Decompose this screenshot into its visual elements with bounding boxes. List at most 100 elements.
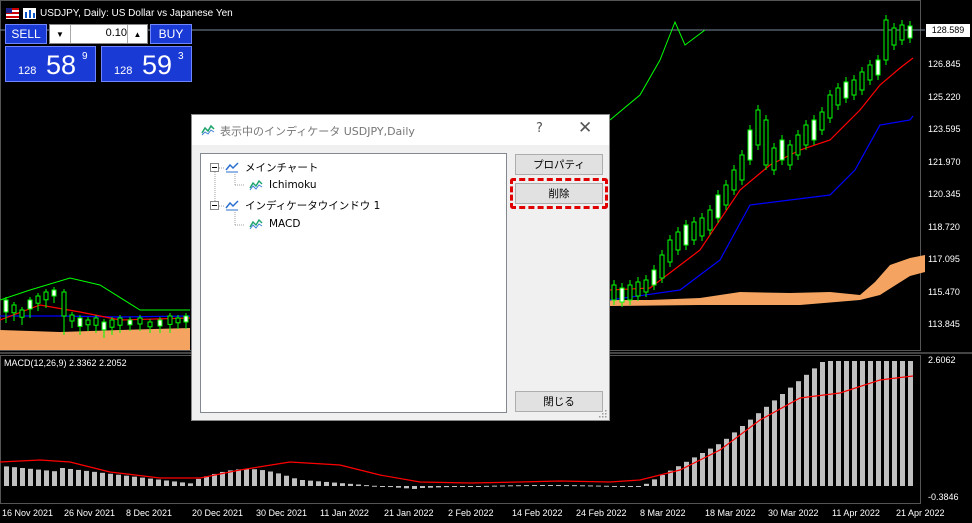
macd-histogram-bar bbox=[60, 468, 65, 486]
macd-histogram-bar bbox=[524, 485, 529, 487]
macd-histogram-bar bbox=[140, 477, 145, 486]
kijun-line-left bbox=[0, 315, 191, 318]
tree-node-macd-label: MACD bbox=[269, 218, 301, 230]
macd-histogram-bar bbox=[636, 486, 641, 487]
macd-histogram-bar bbox=[620, 486, 625, 487]
dialog-titlebar[interactable]: 表示中のインディケータ USDJPY,Daily ? ✕ bbox=[192, 115, 609, 145]
macd-histogram-bar bbox=[612, 485, 617, 487]
macd-histogram-bar bbox=[180, 482, 185, 486]
candle-body bbox=[907, 25, 913, 39]
lot-size-field[interactable]: ▼ 0.10 ▲ bbox=[49, 24, 148, 44]
macd-histogram-bar bbox=[156, 479, 161, 486]
macd-histogram-bar bbox=[508, 485, 513, 487]
macd-indicator-label: MACD(12,26,9) 2.3362 2.2052 bbox=[4, 358, 127, 368]
lot-value[interactable]: 0.10 bbox=[106, 27, 127, 39]
candle-body bbox=[109, 319, 115, 328]
macd-histogram-bar bbox=[660, 475, 665, 486]
macd-histogram-bar bbox=[268, 471, 273, 486]
buy-button[interactable]: BUY bbox=[150, 24, 192, 44]
macd-histogram-bar bbox=[20, 468, 25, 486]
macd-histogram-bar bbox=[372, 485, 377, 487]
collapse-icon[interactable] bbox=[210, 201, 219, 210]
macd-histogram-bar bbox=[396, 486, 401, 488]
macd-histogram-bar bbox=[628, 486, 633, 487]
chart-window-icon bbox=[225, 200, 239, 211]
candle-body bbox=[93, 317, 99, 326]
candle-body bbox=[667, 239, 673, 263]
close-icon[interactable]: ✕ bbox=[578, 118, 592, 138]
time-tick-label: 18 Mar 2022 bbox=[705, 508, 756, 518]
candle-body bbox=[19, 309, 25, 318]
macd-histogram-bar bbox=[300, 480, 305, 486]
macd-histogram-bar bbox=[900, 361, 905, 486]
kumo-cloud-right bbox=[610, 255, 925, 306]
candle-body bbox=[835, 87, 841, 106]
macd-histogram-bar bbox=[468, 486, 473, 487]
macd-histogram-bar bbox=[572, 485, 577, 487]
collapse-icon[interactable] bbox=[210, 163, 219, 172]
bid-price-main: 58 bbox=[46, 50, 77, 80]
tenkan-line-right bbox=[609, 57, 914, 291]
price-tick-label: 120.345 bbox=[928, 189, 961, 199]
time-tick-label: 11 Jan 2022 bbox=[320, 508, 369, 518]
macd-histogram-bar bbox=[820, 362, 825, 486]
bid-price-button[interactable]: 128 58 9 bbox=[5, 46, 96, 82]
candle-body bbox=[61, 291, 67, 317]
tree-node-macd[interactable]: MACD bbox=[249, 218, 300, 230]
help-button[interactable]: ? bbox=[536, 121, 543, 136]
macd-histogram-bar bbox=[868, 361, 873, 486]
candle-body bbox=[167, 315, 173, 325]
macd-histogram-bar bbox=[540, 485, 545, 487]
delete-button-highlight bbox=[510, 178, 608, 209]
candle-body bbox=[811, 119, 817, 141]
macd-histogram-bar bbox=[356, 484, 361, 486]
macd-histogram-bar bbox=[756, 413, 761, 486]
indicator-tree[interactable]: メインチャート Ichimoku インディケータウインドウ 1 MACD bbox=[200, 153, 507, 413]
macd-histogram-bar bbox=[172, 481, 177, 486]
price-tick-label: 113.845 bbox=[928, 319, 960, 329]
price-tick-label: 115.470 bbox=[928, 286, 960, 297]
macd-histogram-bar bbox=[52, 471, 57, 486]
candle-body bbox=[739, 154, 745, 181]
tree-connector-lines bbox=[214, 167, 245, 226]
macd-histogram-bar bbox=[284, 475, 289, 486]
macd-histogram-bar bbox=[556, 485, 561, 487]
macd-histogram-bar bbox=[644, 483, 649, 486]
price-tick-label: 125.220 bbox=[928, 91, 961, 102]
candle-body bbox=[755, 109, 761, 146]
tree-node-indicator-window[interactable]: インディケータウインドウ 1 bbox=[210, 198, 380, 213]
sell-button[interactable]: SELL bbox=[5, 24, 47, 44]
candle-body bbox=[175, 317, 181, 324]
time-tick-label: 30 Mar 2022 bbox=[768, 508, 819, 518]
lot-dropdown-icon[interactable]: ▼ bbox=[50, 25, 71, 43]
price-tick-label: 118.720 bbox=[928, 221, 960, 232]
ask-price-fraction: 3 bbox=[178, 51, 184, 62]
price-tick-label: 126.845 bbox=[928, 59, 961, 69]
macd-histogram-bar bbox=[436, 486, 441, 488]
resize-grip-icon[interactable] bbox=[597, 408, 607, 418]
macd-histogram-bar bbox=[844, 361, 849, 486]
macd-histogram-bar bbox=[12, 467, 17, 486]
time-tick-label: 30 Dec 2021 bbox=[256, 508, 308, 518]
close-dialog-button[interactable]: 閉じる bbox=[515, 391, 603, 412]
macd-histogram-bar bbox=[380, 486, 385, 487]
macd-histogram-bar bbox=[860, 361, 865, 486]
macd-histogram-bar bbox=[332, 482, 337, 486]
macd-histogram-bar bbox=[828, 361, 833, 486]
properties-button[interactable]: プロパティ bbox=[515, 154, 603, 175]
candle-body bbox=[611, 284, 617, 301]
macd-histogram-bar bbox=[588, 485, 593, 487]
macd-histogram-bar bbox=[892, 361, 897, 486]
macd-histogram-bar bbox=[652, 479, 657, 486]
tree-node-main-chart[interactable]: メインチャート bbox=[210, 160, 318, 175]
macd-histogram-bar bbox=[476, 486, 481, 487]
lot-stepper-icon[interactable]: ▲ bbox=[127, 25, 147, 43]
time-tick-label: 14 Feb 2022 bbox=[512, 508, 563, 518]
macd-histogram-bar bbox=[452, 486, 457, 487]
ask-price-button[interactable]: 128 59 3 bbox=[101, 46, 192, 82]
candle-body bbox=[787, 144, 793, 166]
macd-histogram-bar bbox=[36, 469, 41, 486]
bar-chart-icon bbox=[23, 7, 36, 19]
tree-node-ichimoku[interactable]: Ichimoku bbox=[249, 179, 317, 191]
macd-histogram-bar bbox=[148, 478, 153, 486]
